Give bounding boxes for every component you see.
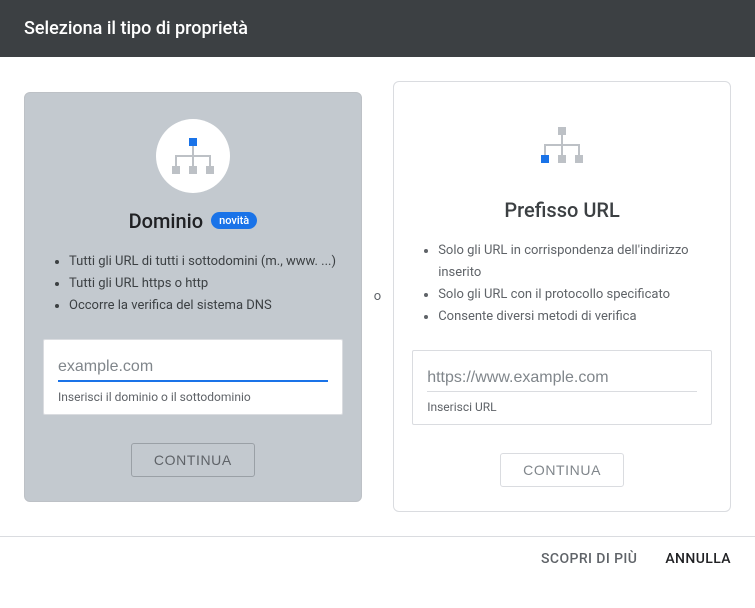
domain-input[interactable] <box>58 354 328 382</box>
domain-property-card[interactable]: Dominio novità Tutti gli URL di tutti i … <box>24 92 362 502</box>
card-title-url: Prefisso URL <box>504 198 619 222</box>
list-item: Tutti gli URL https o http <box>69 273 343 295</box>
domain-helper-text: Inserisci il dominio o il sottodominio <box>58 390 328 404</box>
list-item: Tutti gli URL di tutti i sottodomini (m.… <box>69 251 343 273</box>
domain-input-box: Inserisci il dominio o il sottodominio <box>43 339 343 415</box>
or-separator: o <box>374 289 381 304</box>
domain-continue-button[interactable]: CONTINUA <box>131 443 255 477</box>
list-item: Solo gli URL con il protocollo specifica… <box>438 284 712 306</box>
url-helper-text: Inserisci URL <box>427 400 697 414</box>
url-input-box: Inserisci URL <box>412 350 712 425</box>
cancel-button[interactable]: ANNULLA <box>665 551 731 567</box>
dialog-content: Dominio novità Tutti gli URL di tutti i … <box>0 57 755 536</box>
dialog-title: Seleziona il tipo di proprietà <box>24 18 248 39</box>
card-title-row: Prefisso URL <box>504 198 619 222</box>
new-badge: novità <box>211 212 257 229</box>
list-item: Occorre la verifica del sistema DNS <box>69 295 343 317</box>
domain-feature-list: Tutti gli URL di tutti i sottodomini (m.… <box>43 251 343 317</box>
url-continue-button[interactable]: CONTINUA <box>500 453 624 487</box>
list-item: Consente diversi metodi di verifica <box>438 306 712 328</box>
card-title-domain: Dominio <box>129 209 204 233</box>
dialog-header: Seleziona il tipo di proprietà <box>0 0 755 57</box>
dialog-footer: SCOPRI DI PIÙ ANNULLA <box>0 536 755 581</box>
url-input[interactable] <box>427 365 697 392</box>
learn-more-link[interactable]: SCOPRI DI PIÙ <box>541 551 637 567</box>
sitemap-icon <box>156 119 230 193</box>
sitemap-icon <box>525 108 599 182</box>
card-title-row: Dominio novità <box>129 209 258 233</box>
url-feature-list: Solo gli URL in corrispondenza dell'indi… <box>412 240 712 328</box>
url-prefix-property-card[interactable]: Prefisso URL Solo gli URL in corrisponde… <box>393 81 731 512</box>
list-item: Solo gli URL in corrispondenza dell'indi… <box>438 240 712 284</box>
